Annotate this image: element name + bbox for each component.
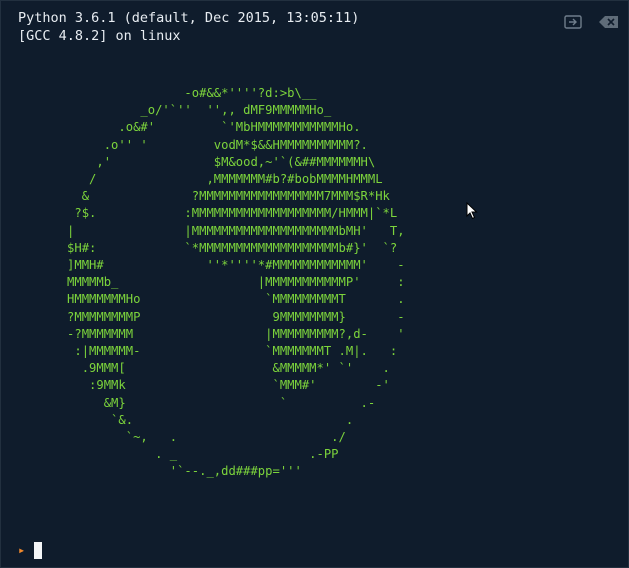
python-banner: Python 3.6.1 (default, Dec 2015, 13:05:1… xyxy=(18,9,359,45)
input-prompt[interactable]: ▸ xyxy=(18,541,43,559)
expand-button[interactable] xyxy=(562,13,584,31)
text-cursor[interactable] xyxy=(34,541,43,559)
terminal-window[interactable]: Python 3.6.1 (default, Dec 2015, 13:05:1… xyxy=(0,0,629,568)
expand-icon xyxy=(563,14,583,30)
clear-button[interactable] xyxy=(598,13,620,31)
clear-icon xyxy=(598,14,620,30)
terminal-toolbar xyxy=(562,13,620,31)
mouse-pointer-icon xyxy=(466,201,478,224)
banner-compiler-line: [GCC 4.8.2] on linux xyxy=(18,28,181,44)
prompt-arrow-icon: ▸ xyxy=(18,543,26,557)
ascii-art-logo: -o#&&*''''?d:>b\__ _o/'`'' '',, dMF9MMMM… xyxy=(67,86,405,479)
banner-version-line: Python 3.6.1 (default, Dec 2015, 13:05:1… xyxy=(18,10,360,26)
